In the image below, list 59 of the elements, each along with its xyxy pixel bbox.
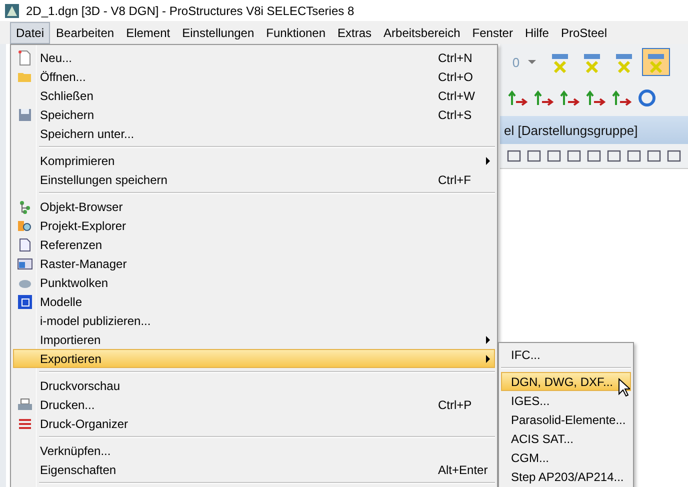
new-file-icon: [17, 50, 33, 66]
menu-entry[interactable]: Objekt-Browser: [13, 197, 495, 216]
image-icon: [17, 256, 33, 272]
menu-entry[interactable]: Exportieren: [13, 349, 495, 368]
menu-item[interactable]: Funktionen: [260, 22, 332, 44]
menu-entry[interactable]: IFC...: [501, 345, 631, 364]
menu-entry[interactable]: Druck-Organizer: [13, 414, 495, 433]
menu-entry[interactable]: Projekt-Explorer: [13, 216, 495, 235]
menu-item[interactable]: Einstellungen: [176, 22, 260, 44]
view-tool-icon[interactable]: [586, 148, 602, 164]
menu-entry[interactable]: Komprimieren: [13, 151, 495, 170]
menu-entry[interactable]: Schließen Ctrl+W: [13, 86, 495, 105]
view-tool-icon[interactable]: [666, 148, 682, 164]
menu-entry[interactable]: Speichern unter...: [13, 124, 495, 143]
menu-entry[interactable]: Speichern Ctrl+S: [13, 105, 495, 124]
menu-entry[interactable]: Step AP203/AP214...: [501, 467, 631, 486]
menu-entry[interactable]: Einstellungen speichern Ctrl+F: [13, 170, 495, 189]
menu-item[interactable]: Arbeitsbereich: [378, 22, 466, 44]
menu-entry[interactable]: Drucken... Ctrl+P: [13, 395, 495, 414]
tool-button[interactable]: [642, 48, 670, 76]
menu-entry[interactable]: DGN, DWG, DXF...: [501, 372, 631, 391]
mouse-cursor-icon: [618, 378, 630, 397]
menu-entry[interactable]: i-model publizieren...: [13, 311, 495, 330]
menu-entry[interactable]: Raster-Manager: [13, 254, 495, 273]
menu-entry[interactable]: Importieren: [13, 330, 495, 349]
view-tool-icon[interactable]: [506, 148, 522, 164]
menu-entry[interactable]: Öffnen... Ctrl+O: [13, 67, 495, 86]
document-icon: [17, 236, 33, 252]
menu-entry[interactable]: Verknüpfen...: [13, 441, 495, 460]
tree-icon: [17, 198, 33, 214]
save-icon: [17, 106, 33, 122]
printer-icon: [17, 396, 33, 412]
window-title: 2D_1.dgn [3D - V8 DGN] - ProStructures V8i SELECTseries 8: [26, 4, 354, 18]
app-icon: [4, 2, 20, 18]
menu-entry[interactable]: CGM...: [501, 448, 631, 467]
menu-entry[interactable]: IGES...: [501, 391, 631, 410]
menu-item[interactable]: Datei: [10, 22, 50, 44]
view-tool-icon[interactable]: [646, 148, 662, 164]
menu-entry[interactable]: Modelle: [13, 292, 495, 311]
menu-item[interactable]: ProSteel: [554, 22, 613, 44]
menu-entry[interactable]: Parasolid-Elemente...: [501, 410, 631, 429]
menu-entry[interactable]: Neu... Ctrl+N: [13, 48, 495, 67]
menu-item[interactable]: Bearbeiten: [50, 22, 120, 44]
view-tool-icon[interactable]: [626, 148, 642, 164]
menu-entry[interactable]: Druckvorschau: [13, 376, 495, 395]
menu-entry[interactable]: ACIS SAT...: [501, 429, 631, 448]
menu-entry[interactable]: Punktwolken: [13, 273, 495, 292]
menu-item[interactable]: Element: [120, 22, 176, 44]
menu-item[interactable]: Hilfe: [518, 22, 555, 44]
view-title: el [Darstellungsgruppe]: [500, 116, 688, 144]
caret-icon: [528, 60, 536, 64]
view-tool-icon[interactable]: [606, 148, 622, 164]
menu-entry[interactable]: Eigenschaften Alt+Enter: [13, 460, 495, 479]
view-tool-icon[interactable]: [546, 148, 562, 164]
view-tool-icon[interactable]: [526, 148, 542, 164]
menu-item[interactable]: Fenster: [466, 22, 519, 44]
menu-entry[interactable]: Referenzen: [13, 235, 495, 254]
view-tool-icon[interactable]: [566, 148, 582, 164]
menu-item[interactable]: Extras: [332, 22, 378, 44]
